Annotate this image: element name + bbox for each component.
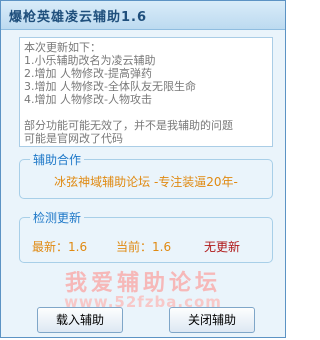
- update-status: 无更新: [204, 240, 241, 254]
- note-footer-line: 部分功能可能无效了，并不是我辅助的问题: [24, 119, 233, 132]
- note-line: 本次更新如下：: [24, 41, 101, 54]
- update-notes[interactable]: 本次更新如下： 1.小乐辅助改名为凌云辅助 2.增加 人物修改-提高弹药 3.增…: [19, 37, 273, 147]
- update-check-group: 检测更新 最新：1.6 当前：1.6 无更新: [19, 209, 273, 263]
- current-label: 当前：: [116, 240, 153, 254]
- current-value: 1.6: [152, 240, 172, 254]
- cooperation-group: 辅助合作 冰弦神域辅助论坛 -专注装逼20年-: [19, 151, 273, 199]
- note-footer-line: 可能是官网改了代码: [24, 132, 123, 145]
- close-assist-button[interactable]: 关闭辅助: [169, 307, 255, 333]
- load-assist-button[interactable]: 载入辅助: [37, 307, 123, 333]
- note-gap: [24, 106, 268, 119]
- note-line: 3.增加 人物修改-全体队友无限生命: [24, 80, 196, 93]
- note-line: 4.增加 人物修改-人物攻击: [24, 93, 152, 106]
- cooperation-link[interactable]: 冰弦神域辅助论坛 -专注装逼20年-: [20, 173, 272, 190]
- note-line: 1.小乐辅助改名为凌云辅助: [24, 54, 156, 67]
- latest-version: 最新：1.6: [32, 238, 87, 255]
- current-version: 当前：1.6: [116, 238, 171, 255]
- cooperation-title: 辅助合作: [30, 151, 85, 168]
- window-title: 爆枪英雄凌云辅助1.6: [9, 10, 148, 25]
- latest-value: 1.6: [68, 240, 88, 254]
- main-window: 爆枪英雄凌云辅助1.6 本次更新如下： 1.小乐辅助改名为凌云辅助 2.增加 人…: [0, 0, 286, 338]
- latest-label: 最新：: [32, 240, 69, 254]
- title-bar[interactable]: 爆枪英雄凌云辅助1.6: [1, 1, 285, 30]
- note-line: 2.增加 人物修改-提高弹药: [24, 67, 152, 80]
- update-check-title: 检测更新: [30, 209, 85, 226]
